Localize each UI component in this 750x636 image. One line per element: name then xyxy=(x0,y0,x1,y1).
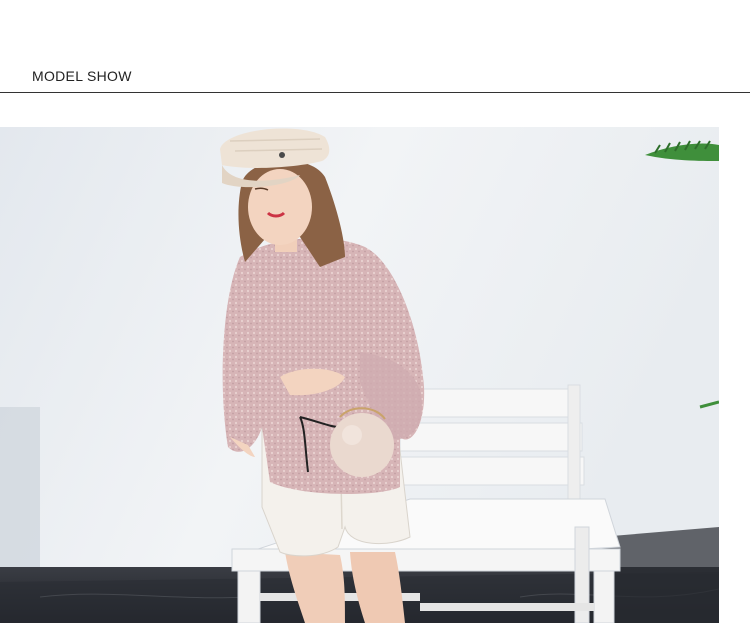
section-title: MODEL SHOW xyxy=(32,68,132,84)
section-header: MODEL SHOW xyxy=(0,0,750,94)
model-photo xyxy=(0,127,719,623)
model-photo-illustration xyxy=(0,127,719,623)
section-divider xyxy=(0,92,750,93)
window-frame xyxy=(0,407,40,577)
fur-bag xyxy=(330,413,394,477)
